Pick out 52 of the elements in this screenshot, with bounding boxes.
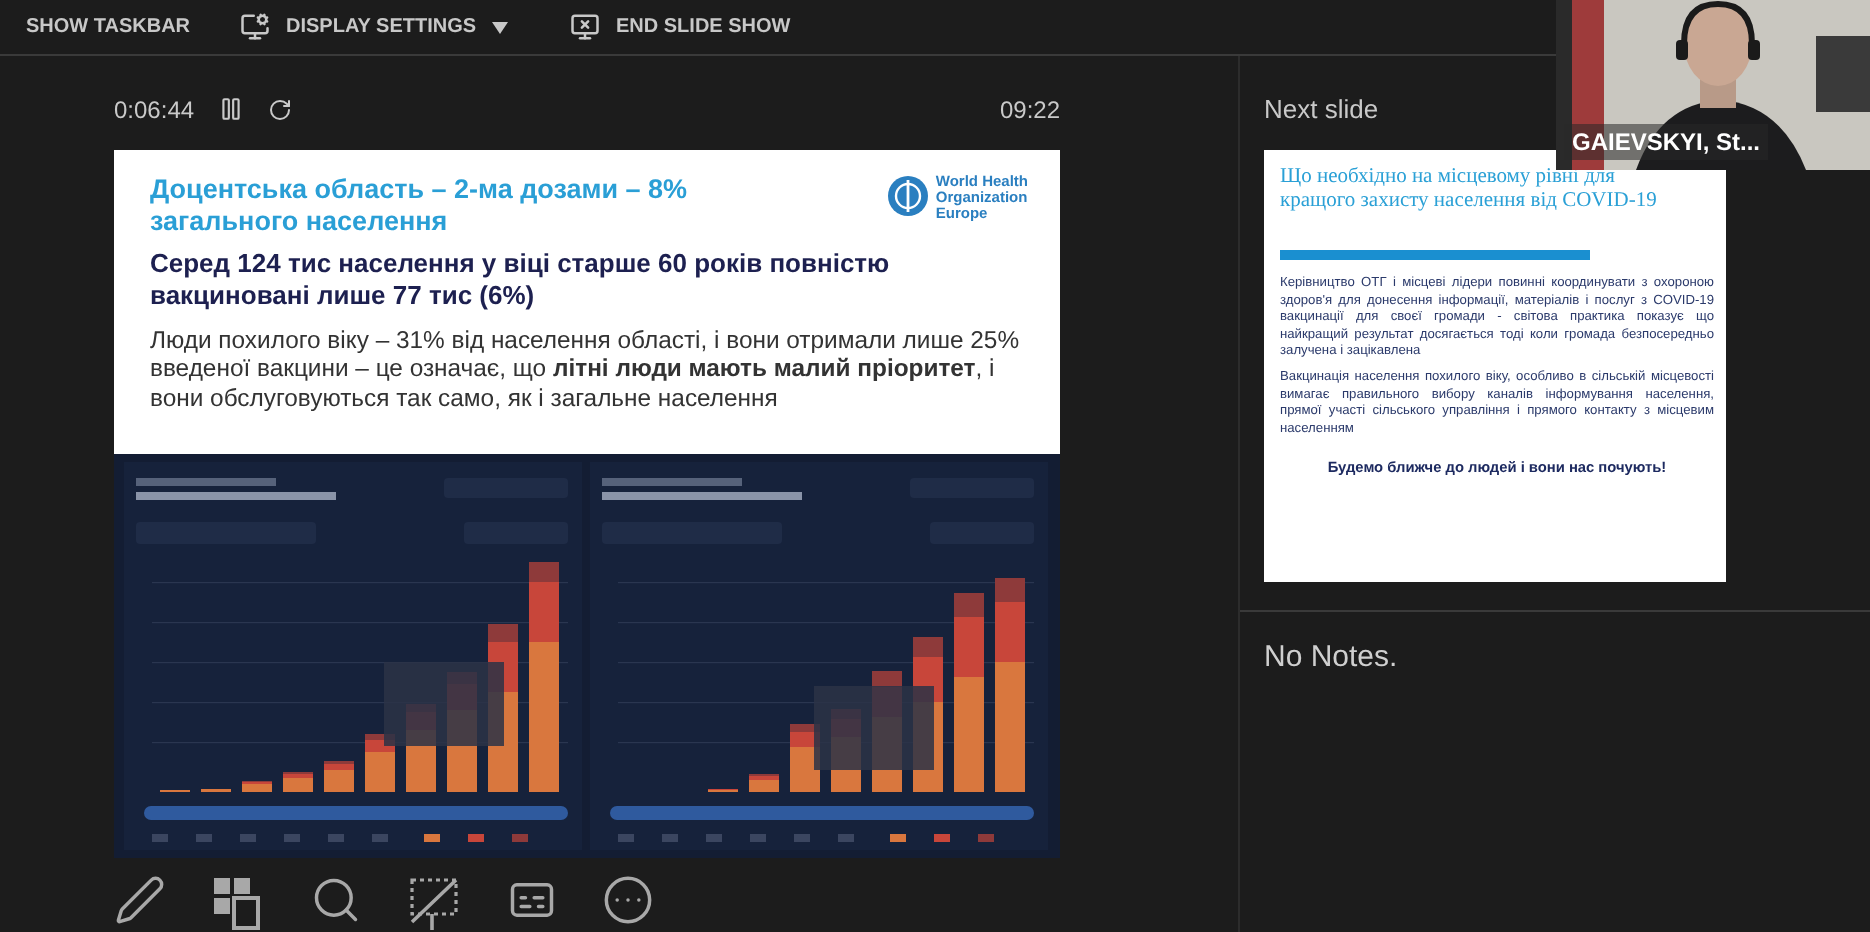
slide-subtitle: Серед 124 тис населення у віці старше 60 років повністю вакциновані лише 77 тис (6%) xyxy=(150,248,892,312)
legend-swatch xyxy=(152,834,168,842)
more-tool-button[interactable] xyxy=(602,874,654,926)
stacked-bar xyxy=(324,761,354,792)
legend-swatch xyxy=(196,834,212,842)
legend-swatch xyxy=(890,834,906,842)
range-scrollbar[interactable] xyxy=(144,806,568,820)
slides-tool-button[interactable] xyxy=(210,874,266,930)
legend-swatch xyxy=(750,834,766,842)
display-settings-icon xyxy=(240,12,270,42)
next-slide-thumbnail[interactable] xyxy=(1264,150,1726,582)
search-icon xyxy=(310,874,362,926)
pen-icon xyxy=(114,874,166,926)
toolbar-button[interactable]: END SLIDE SHOW xyxy=(570,12,810,42)
notes-text: No Notes. xyxy=(1264,638,1400,674)
slide-body-text: Люди похилого віку – 31% від населення області, і вони отримали лише 25% введеної вакцини – це означає, що літні люди мають малий пріоритет, і вони обслуговуються так само, як і загальне населення xyxy=(150,325,1022,413)
more-icon xyxy=(602,874,654,926)
restart-button[interactable] xyxy=(268,97,293,121)
slides-icon xyxy=(210,874,266,930)
monitor-close-icon xyxy=(570,12,600,42)
toolbar-button[interactable]: SHOW TASKBAR xyxy=(26,16,240,38)
toolbar-button[interactable]: DISPLAY SETTINGS xyxy=(240,12,570,42)
legend-swatch xyxy=(284,834,300,842)
legend-swatch xyxy=(838,834,854,842)
range-scrollbar[interactable] xyxy=(610,806,1034,820)
elapsed-time: 0:06:44 xyxy=(114,95,195,123)
legend-swatch xyxy=(934,834,950,842)
legend-swatch xyxy=(424,834,440,842)
next-slide-title: Що необхідно на місцевому рівні для кращого захисту населення від COVID-19 xyxy=(1280,166,1659,215)
stacked-bar xyxy=(242,781,272,792)
legend-swatch xyxy=(618,834,634,842)
laser-tool-button[interactable] xyxy=(406,874,462,930)
legend-swatch xyxy=(372,834,388,842)
pen-tool-button[interactable] xyxy=(114,874,166,926)
legend-swatch xyxy=(468,834,484,842)
legend-swatch xyxy=(240,834,256,842)
pause-button[interactable] xyxy=(218,96,245,122)
globe-logo-icon xyxy=(885,174,930,218)
next-slide-label: Next slide xyxy=(1264,94,1379,124)
zoom-tool-button[interactable] xyxy=(310,874,362,926)
stacked-bar xyxy=(283,772,313,792)
legend-swatch xyxy=(706,834,722,842)
stacked-bar xyxy=(749,774,779,792)
legend-swatch xyxy=(512,834,528,842)
legend-swatch xyxy=(662,834,678,842)
pointer-screen-icon xyxy=(406,874,462,930)
legend-swatch xyxy=(794,834,810,842)
clock-time: 09:22 xyxy=(999,95,1060,123)
stacked-bar xyxy=(365,734,395,792)
slide-title: Доцентська область – 2-ма дозами – 8% загального населення xyxy=(150,174,690,239)
legend-swatch xyxy=(978,834,994,842)
legend-swatch xyxy=(328,834,344,842)
